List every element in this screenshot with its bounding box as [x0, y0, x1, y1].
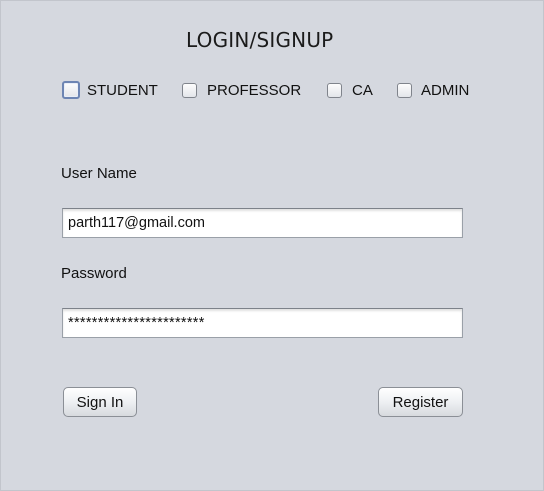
student-checkbox-box[interactable]: [62, 81, 80, 99]
admin-checkbox-box[interactable]: [397, 82, 412, 98]
username-label: User Name: [61, 165, 137, 182]
role-checkbox-ca[interactable]: CA: [327, 80, 373, 100]
role-label-student: STUDENT: [87, 81, 158, 99]
role-label-admin: ADMIN: [421, 81, 470, 99]
page-title: LOGIN/SIGNUP: [186, 28, 334, 52]
ca-checkbox-box[interactable]: [327, 82, 342, 98]
role-label-ca: CA: [352, 81, 373, 99]
role-label-professor: PROFESSOR: [207, 81, 302, 99]
password-input[interactable]: [62, 308, 463, 338]
register-button[interactable]: Register: [378, 387, 463, 417]
role-checkbox-student[interactable]: STUDENT: [62, 80, 158, 100]
role-checkbox-professor[interactable]: PROFESSOR: [182, 80, 301, 100]
sign-in-button[interactable]: Sign In: [63, 387, 137, 417]
role-checkbox-admin[interactable]: ADMIN: [397, 80, 469, 100]
password-label: Password: [61, 265, 127, 282]
login-window: LOGIN/SIGNUP STUDENT PROFESSOR CA ADMIN …: [0, 0, 544, 491]
username-input[interactable]: [62, 208, 463, 238]
professor-checkbox-box[interactable]: [182, 82, 197, 98]
